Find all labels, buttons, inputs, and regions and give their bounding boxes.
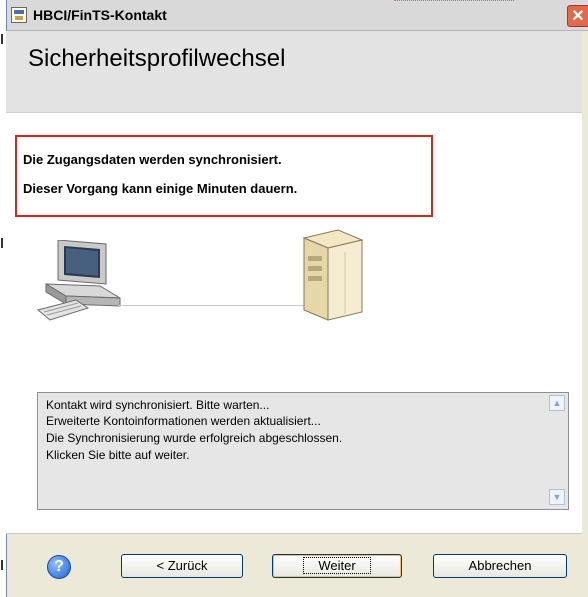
close-button[interactable]: ✕ — [567, 5, 588, 27]
computer-icon — [36, 240, 121, 321]
connection-line — [118, 305, 308, 306]
edge-mark — [1, 34, 3, 44]
button-bar-divider — [6, 533, 582, 534]
dotted-line — [394, 0, 514, 1]
edge-mark — [1, 560, 3, 570]
help-icon[interactable]: ? — [47, 555, 71, 579]
notice-text-sync: Die Zugangsdaten werden synchronisiert. — [23, 152, 282, 167]
next-button[interactable]: Weiter — [272, 554, 402, 578]
next-button-label: Weiter — [303, 557, 371, 574]
window-title: HBCI/FinTS-Kontakt — [33, 7, 167, 23]
notice-text-duration: Dieser Vorgang kann einige Minuten dauer… — [23, 181, 298, 196]
scroll-down-icon[interactable]: ▼ — [549, 489, 565, 505]
log-line: Die Synchronisierung wurde erfolgreich a… — [46, 431, 343, 445]
cancel-button[interactable]: Abbrechen — [433, 554, 567, 578]
page-title: Sicherheitsprofilwechsel — [28, 45, 286, 72]
back-button[interactable]: < Zurück — [121, 554, 243, 578]
notice-box — [15, 135, 433, 217]
log-line: Kontakt wird synchronisiert. Bitte warte… — [46, 398, 270, 412]
server-icon — [302, 229, 364, 321]
log-line: Erweiterte Kontoinformationen werden akt… — [46, 414, 321, 428]
app-window-icon — [11, 7, 27, 23]
log-line: Klicken Sie bitte auf weiter. — [46, 448, 190, 462]
scroll-up-icon[interactable]: ▲ — [549, 395, 565, 411]
edge-mark — [1, 238, 3, 248]
title-bar[interactable]: HBCI/FinTS-Kontakt ✕ — [7, 0, 588, 31]
